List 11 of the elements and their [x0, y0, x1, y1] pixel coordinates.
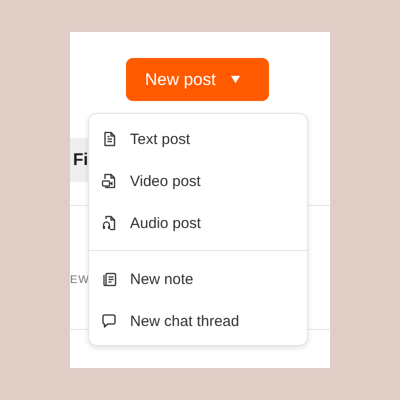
- column-label: EW: [70, 273, 90, 287]
- video-file-icon: [101, 173, 117, 189]
- menu-item[interactable]: Video post: [89, 160, 307, 202]
- menu-item[interactable]: Text post: [89, 118, 307, 160]
- chat-bubble-icon: [101, 313, 117, 329]
- menu-item[interactable]: Audio post: [89, 202, 307, 244]
- notes-icon: [101, 271, 117, 287]
- caret-icon: [230, 75, 241, 84]
- menu-item[interactable]: New note: [89, 258, 307, 300]
- audio-file-icon: [101, 215, 117, 231]
- menu-item[interactable]: New chat thread: [89, 300, 307, 342]
